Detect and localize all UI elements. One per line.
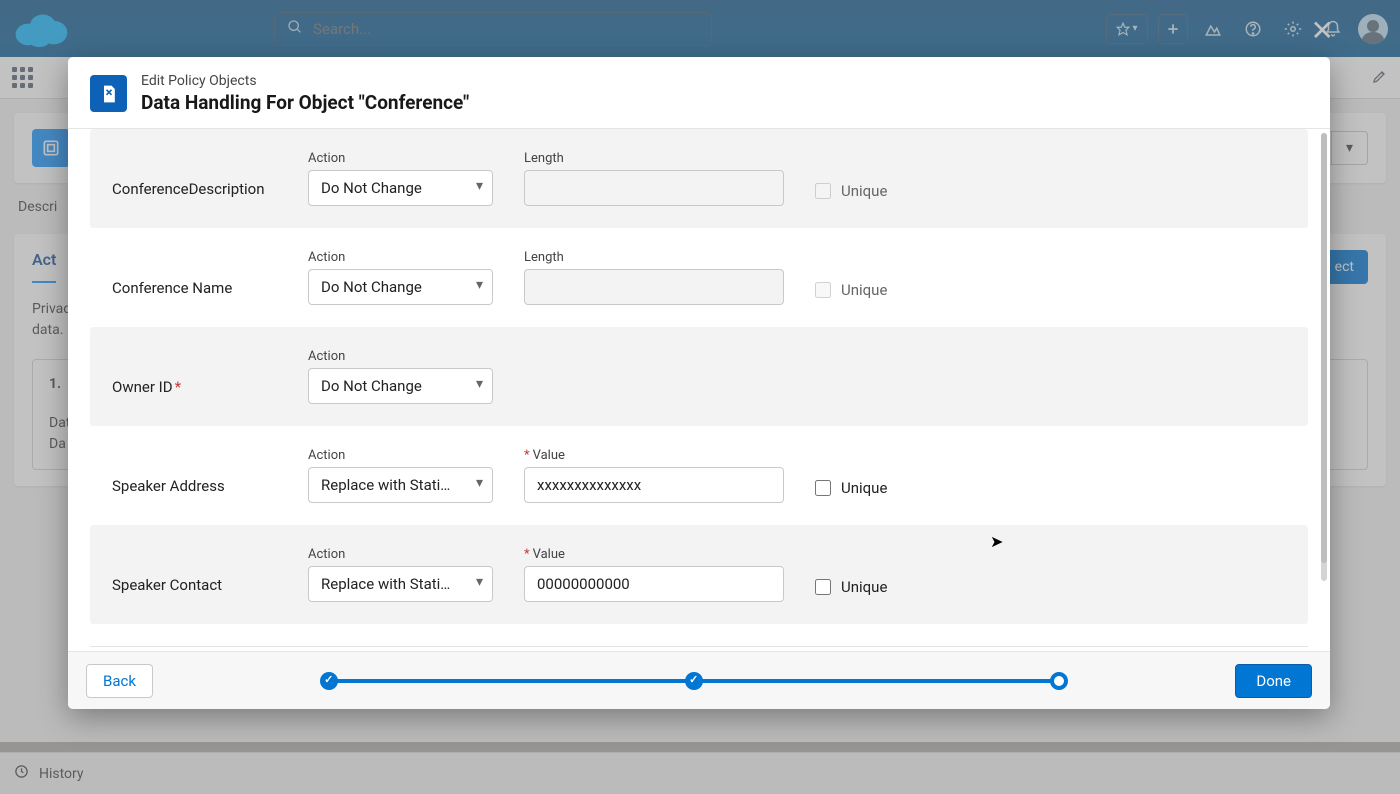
modal-header-icon: [90, 75, 127, 112]
scrollbar-thumb[interactable]: [1321, 133, 1327, 563]
length-input: [524, 170, 784, 206]
modal-body: ConferenceDescription Action Do Not Change…: [68, 129, 1330, 651]
edit-policy-modal: Edit Policy Objects Data Handling For Ob…: [68, 57, 1330, 709]
unique-label: Unique: [841, 281, 887, 299]
value-label: *Value: [524, 547, 799, 562]
unique-checkbox: [815, 183, 831, 199]
action-select[interactable]: Do Not ChangeReplace with Stati…: [308, 467, 493, 503]
modal-eyebrow: Edit Policy Objects: [141, 73, 469, 89]
files-accordion[interactable]: ⌄Files and Attachments: [90, 646, 1308, 651]
field-row: Conference Name Action Do Not ChangeReplac…: [90, 228, 1308, 327]
progress-step-2: [685, 672, 703, 690]
field-row: Owner ID* Action Do Not ChangeReplace with…: [90, 327, 1308, 426]
progress-step-1: [320, 672, 338, 690]
modal-title: Data Handling For Object "Conference": [141, 91, 469, 114]
unique-label: Unique: [841, 182, 887, 200]
length-label: Length: [524, 250, 799, 265]
field-name: Conference Name: [112, 279, 292, 305]
value-input[interactable]: [524, 467, 784, 503]
action-label: Action: [308, 547, 508, 562]
field-name: Speaker Contact: [112, 576, 292, 602]
field-row: Speaker Address Action Do Not ChangeReplac…: [90, 426, 1308, 525]
modal-header: Edit Policy Objects Data Handling For Ob…: [68, 57, 1330, 129]
back-button[interactable]: Back: [86, 664, 153, 698]
action-select[interactable]: Do Not ChangeReplace with Stati…: [308, 269, 493, 305]
action-label: Action: [308, 250, 508, 265]
field-name: Owner ID*: [112, 378, 292, 404]
action-select[interactable]: Do Not ChangeReplace with Stati…: [308, 170, 493, 206]
unique-checkbox[interactable]: [815, 480, 831, 496]
progress-step-3: [1050, 672, 1068, 690]
action-label: Action: [308, 151, 508, 166]
field-name: ConferenceDescription: [112, 180, 292, 206]
unique-checkbox[interactable]: [815, 579, 831, 595]
scroll-area[interactable]: ConferenceDescription Action Do Not Change…: [68, 129, 1330, 651]
value-label: *Value: [524, 448, 799, 463]
done-button[interactable]: Done: [1235, 664, 1312, 698]
modal-footer: Back Done: [68, 651, 1330, 709]
action-select[interactable]: Do Not ChangeReplace with Stati…: [308, 566, 493, 602]
action-select[interactable]: Do Not ChangeReplace with Stati…: [308, 368, 493, 404]
unique-label: Unique: [841, 578, 887, 596]
value-input[interactable]: [524, 566, 784, 602]
field-row: ConferenceDescription Action Do Not Change…: [90, 129, 1308, 228]
field-name: Speaker Address: [112, 477, 292, 503]
action-label: Action: [308, 448, 508, 463]
unique-label: Unique: [841, 479, 887, 497]
length-label: Length: [524, 151, 799, 166]
unique-checkbox: [815, 282, 831, 298]
action-label: Action: [308, 349, 508, 364]
progress-indicator: [169, 679, 1219, 683]
length-input: [524, 269, 784, 305]
field-row: Speaker Contact Action Do Not ChangeReplac…: [90, 525, 1308, 624]
